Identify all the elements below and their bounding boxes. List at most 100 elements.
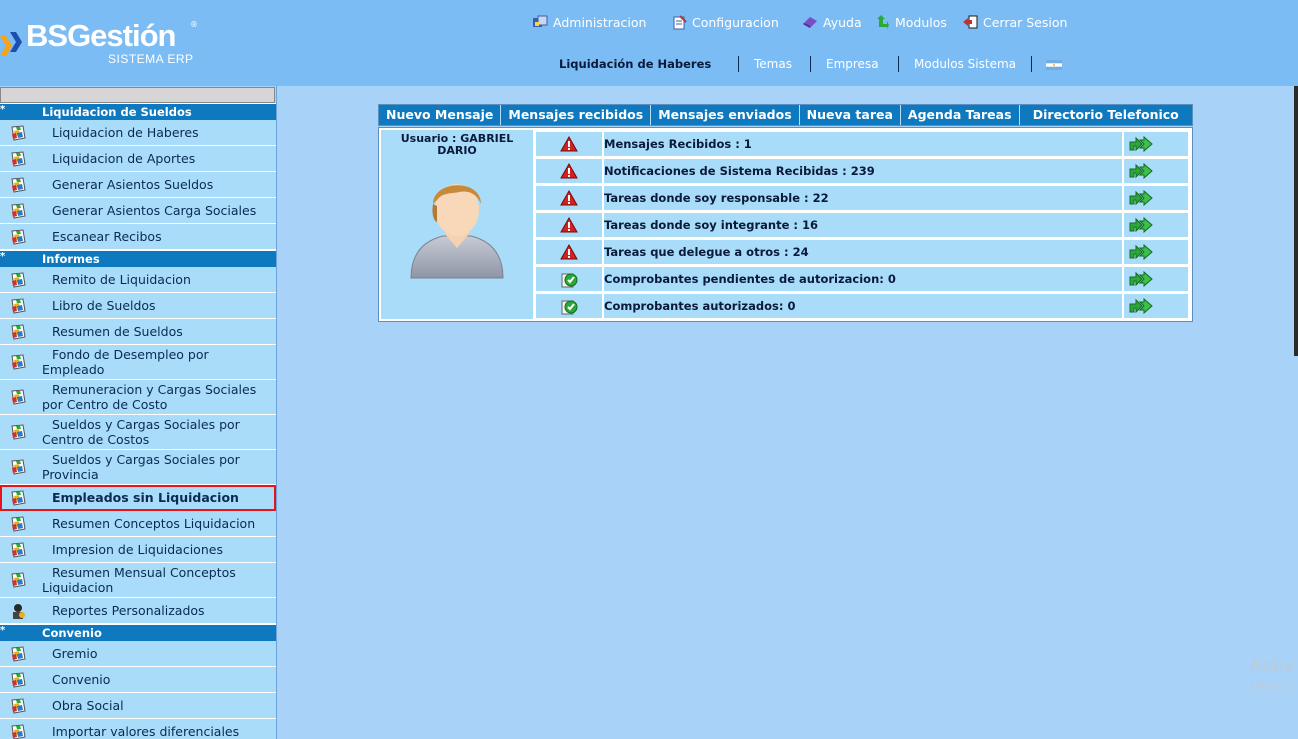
- nav-temas[interactable]: Temas: [754, 57, 792, 71]
- sidebar-search-bar[interactable]: [0, 87, 275, 103]
- sidebar-item-liquidacion-de-haberes[interactable]: Liquidacion de Haberes: [0, 120, 276, 146]
- dashboard-panel: Usuario : GABRIEL DARIO Mensajes Recibid…: [378, 127, 1193, 322]
- scrollbar-thumb[interactable]: [1294, 86, 1298, 356]
- row-text[interactable]: Comprobantes pendientes de autorizacion:…: [604, 267, 1124, 291]
- logo-brand: BSGestión: [26, 18, 176, 53]
- section-informes[interactable]: * Informes: [0, 250, 276, 267]
- go-action[interactable]: [1124, 159, 1188, 183]
- custom-report-icon: [13, 604, 25, 619]
- mensajes-enviados-button[interactable]: Mensajes enviados: [651, 105, 800, 125]
- sidebar-item-generar-asientos-carga-sociales[interactable]: Generar Asientos Carga Sociales: [0, 198, 276, 224]
- row-comprobantes-autorizados: Comprobantes autorizados: 0: [536, 294, 1188, 318]
- nav-modulos-label: Modulos: [895, 14, 947, 30]
- sidebar-item-resumen-de-sueldos[interactable]: Resumen de Sueldos: [0, 319, 276, 345]
- sidebar-item-liquidacion-de-aportes[interactable]: Liquidacion de Aportes: [0, 146, 276, 172]
- nuevo-mensaje-button[interactable]: Nuevo Mensaje: [379, 105, 502, 125]
- go-action[interactable]: [1124, 213, 1188, 237]
- go-action[interactable]: [1124, 132, 1188, 156]
- nav-separator: [898, 56, 899, 72]
- section-marker: *: [0, 625, 6, 636]
- sidebar-item-remito-de-liquidacion[interactable]: Remito de Liquidacion: [0, 267, 276, 293]
- section-title: Convenio: [42, 626, 102, 640]
- nav-administracion-label: Administracion: [553, 14, 647, 30]
- row-mensajes-recibidos: Mensajes Recibidos : 1: [536, 132, 1188, 156]
- nav-separator: [810, 56, 811, 72]
- sidebar-item-convenio[interactable]: Convenio: [0, 667, 276, 693]
- sidebar-item-sueldos-cargas-provincia[interactable]: Sueldos y Cargas Sociales por Provincia: [0, 450, 276, 485]
- status-cell: [536, 159, 604, 183]
- status-cell: [536, 240, 604, 264]
- row-text[interactable]: Tareas donde soy responsable : 22: [604, 186, 1124, 210]
- sidebar-item-label: Generar Asientos Carga Sociales: [52, 203, 257, 218]
- sidebar-item-label: Sueldos y Cargas Sociales por Provincia: [42, 452, 240, 482]
- nav-modulos[interactable]: Modulos: [876, 12, 947, 32]
- logo[interactable]: BSGestión ® SISTEMA ERP: [0, 14, 210, 74]
- go-action[interactable]: [1124, 186, 1188, 210]
- report-icon: [11, 229, 26, 245]
- row-text[interactable]: Mensajes Recibidos : 1: [604, 132, 1124, 156]
- warning-icon: [560, 163, 578, 179]
- go-arrow-icon: [1129, 163, 1153, 179]
- report-icon: [11, 389, 26, 405]
- argentina-flag-icon[interactable]: [1046, 60, 1062, 70]
- row-text[interactable]: Tareas donde soy integrante : 16: [604, 213, 1124, 237]
- report-icon: [11, 298, 26, 314]
- sidebar-item-remuneracion-cargas-centro-costo[interactable]: Remuneracion y Cargas Sociales por Centr…: [0, 380, 276, 415]
- nav-administracion[interactable]: Administracion: [532, 12, 646, 32]
- nav-ayuda[interactable]: Ayuda: [802, 12, 862, 32]
- sidebar-item-label: Obra Social: [52, 698, 124, 713]
- go-action[interactable]: [1124, 267, 1188, 291]
- sidebar-item-impresion-de-liquidaciones[interactable]: Impresion de Liquidaciones: [0, 537, 276, 563]
- sidebar-item-generar-asientos-sueldos[interactable]: Generar Asientos Sueldos: [0, 172, 276, 198]
- report-icon: [11, 125, 26, 141]
- sidebar-item-sueldos-cargas-centro-costos[interactable]: Sueldos y Cargas Sociales por Centro de …: [0, 415, 276, 450]
- section-title: Liquidacion de Sueldos: [42, 105, 192, 119]
- report-icon: [11, 459, 26, 475]
- nav-configuracion[interactable]: Configuracion: [672, 12, 779, 32]
- report-icon: [11, 572, 26, 588]
- sidebar-item-label: Resumen Conceptos Liquidacion: [52, 516, 256, 531]
- right-scrollbar[interactable]: [1294, 86, 1298, 739]
- row-text[interactable]: Notificaciones de Sistema Recibidas : 23…: [604, 159, 1124, 183]
- nueva-tarea-button[interactable]: Nueva tarea: [800, 105, 901, 125]
- mensajes-recibidos-button[interactable]: Mensajes recibidos: [501, 105, 652, 125]
- help-icon: [803, 17, 817, 28]
- nav-modulos-sistema[interactable]: Modulos Sistema: [914, 57, 1016, 71]
- status-cell: [536, 294, 604, 318]
- report-icon: [11, 151, 26, 167]
- report-icon: [11, 542, 26, 558]
- section-marker: *: [0, 251, 6, 262]
- go-arrow-icon: [1129, 136, 1153, 152]
- sidebar-item-label: Fondo de Desempleo por Empleado: [42, 347, 209, 377]
- section-convenio[interactable]: * Convenio: [0, 624, 276, 641]
- go-action[interactable]: [1124, 294, 1188, 318]
- section-marker: *: [0, 104, 6, 115]
- sidebar-item-label: Resumen de Sueldos: [52, 324, 183, 339]
- go-action[interactable]: [1124, 240, 1188, 264]
- row-text[interactable]: Comprobantes autorizados: 0: [604, 294, 1124, 318]
- agenda-tareas-button[interactable]: Agenda Tareas: [901, 105, 1020, 125]
- sidebar-item-reportes-personalizados[interactable]: Reportes Personalizados: [0, 598, 276, 624]
- sidebar-item-resumen-mensual-conceptos[interactable]: Resumen Mensual Conceptos Liquidacion: [0, 563, 276, 598]
- nav-configuracion-label: Configuracion: [692, 14, 779, 30]
- sidebar-item-fondo-de-desempleo[interactable]: Fondo de Desempleo por Empleado: [0, 345, 276, 380]
- sidebar-item-label: Impresion de Liquidaciones: [52, 542, 223, 557]
- section-liquidacion-de-sueldos[interactable]: * Liquidacion de Sueldos: [0, 103, 276, 120]
- sidebar-item-libro-de-sueldos[interactable]: Libro de Sueldos: [0, 293, 276, 319]
- report-icon: [11, 324, 26, 340]
- directorio-telefonico-button[interactable]: Directorio Telefonico: [1020, 105, 1192, 125]
- warning-icon: [560, 190, 578, 206]
- report-icon: [11, 203, 26, 219]
- sidebar-item-label: Convenio: [52, 672, 111, 687]
- row-tareas-delegadas: Tareas que delegue a otros : 24: [536, 240, 1188, 264]
- nav-empresa[interactable]: Empresa: [826, 57, 879, 71]
- sidebar-item-resumen-conceptos-liquidacion[interactable]: Resumen Conceptos Liquidacion: [0, 511, 276, 537]
- nav-cerrar-sesion[interactable]: Cerrar Sesion: [962, 12, 1067, 32]
- sidebar-item-importar-valores-diferenciales[interactable]: Importar valores diferenciales: [0, 719, 276, 739]
- sidebar-item-obra-social[interactable]: Obra Social: [0, 693, 276, 719]
- user-name: Usuario : GABRIEL DARIO: [400, 132, 514, 157]
- sidebar-item-escanear-recibos[interactable]: Escanear Recibos: [0, 224, 276, 250]
- sidebar-item-empleados-sin-liquidacion[interactable]: Empleados sin Liquidacion: [0, 485, 276, 511]
- row-text[interactable]: Tareas que delegue a otros : 24: [604, 240, 1124, 264]
- sidebar-item-gremio[interactable]: Gremio: [0, 641, 276, 667]
